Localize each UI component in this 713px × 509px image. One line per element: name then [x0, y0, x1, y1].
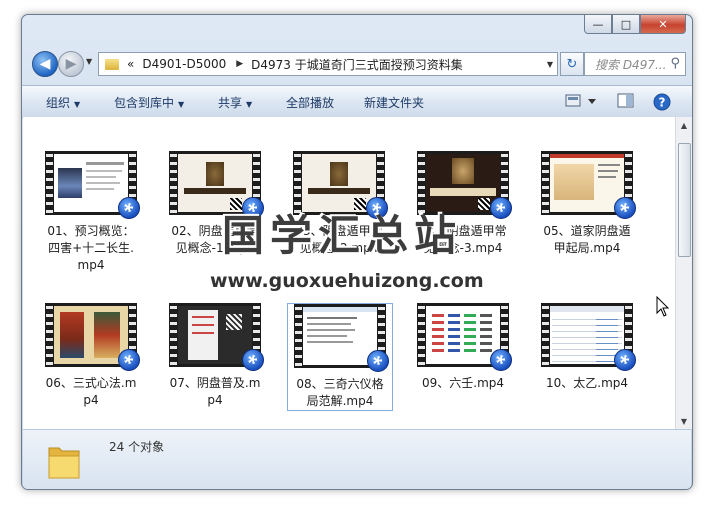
breadcrumb-root-marker[interactable]: « [127, 57, 134, 71]
scrollbar-thumb[interactable] [678, 143, 691, 257]
chevron-down-icon: ▼ [178, 100, 185, 109]
refresh-button[interactable]: ↻ [560, 52, 584, 76]
media-player-badge-icon [490, 197, 512, 219]
watermark-url: www.guoxuehuizong.com [210, 270, 484, 292]
search-input[interactable]: 搜索 D497... [595, 56, 666, 73]
address-dropdown-icon[interactable]: ▼ [547, 60, 553, 69]
minimize-button[interactable]: — [584, 15, 612, 34]
video-thumbnail [45, 303, 140, 371]
video-thumbnail [541, 151, 636, 219]
media-player-badge-icon [118, 349, 140, 371]
forward-arrow-icon: ▶ [65, 56, 77, 72]
file-name: 08、三奇六仪格局范解.mp4 [296, 377, 384, 408]
preview-pane-button[interactable] [616, 92, 636, 113]
include-library-menu[interactable]: 包含到库中 ▼ [114, 94, 184, 111]
maximize-button[interactable]: □ [612, 15, 640, 34]
preview-pane-icon [617, 93, 634, 108]
object-count: 24 个对象 [109, 440, 165, 454]
media-player-badge-icon [118, 197, 140, 219]
media-player-badge-icon [242, 349, 264, 371]
organize-menu[interactable]: 组织 ▼ [46, 94, 80, 111]
back-button[interactable]: ◀ [32, 51, 58, 77]
window-controls: — □ ✕ [584, 15, 686, 34]
file-name: 09、六壬.mp4 [421, 376, 505, 390]
video-thumbnail [294, 304, 389, 372]
scroll-up-icon[interactable]: ▲ [676, 117, 692, 133]
forward-button[interactable]: ▶ [58, 51, 84, 77]
breadcrumb-item[interactable]: D4973 于城道奇门三式面授预习资料集 [251, 56, 463, 73]
change-view-button[interactable] [564, 92, 598, 113]
file-item-06[interactable]: 06、三式心法.mp4 [39, 303, 143, 409]
close-button[interactable]: ✕ [640, 15, 686, 34]
vertical-scrollbar[interactable]: ▲ ▼ [675, 117, 692, 429]
address-bar[interactable]: « D4901-D5000 ▶ D4973 于城道奇门三式面授预习资料集 ▼ [98, 52, 558, 76]
media-player-badge-icon [614, 197, 636, 219]
file-name: 05、道家阴盘遁甲起局.mp4 [543, 224, 631, 255]
video-thumbnail [169, 303, 264, 371]
share-label: 共享 [218, 96, 243, 110]
file-item-10[interactable]: 10、太乙.mp4 [535, 303, 639, 392]
help-icon: ? [653, 93, 671, 111]
file-name: 10、太乙.mp4 [545, 376, 629, 390]
include-library-label: 包含到库中 [114, 96, 175, 110]
media-player-badge-icon [614, 349, 636, 371]
watermark-title: 国学汇总站 [222, 211, 463, 260]
share-menu[interactable]: 共享 ▼ [218, 94, 252, 111]
media-player-badge-icon [490, 349, 512, 371]
file-name: 01、预习概览：四害+十二长生.mp4 [47, 224, 135, 272]
file-item-07[interactable]: 07、阴盘普及.mp4 [163, 303, 267, 409]
recent-pages-dropdown[interactable]: ▼ [86, 57, 92, 66]
command-bar: 组织 ▼ 包含到库中 ▼ 共享 ▼ 全部播放 新建文件夹 ? [22, 85, 692, 118]
breadcrumb-separator-icon[interactable]: ▶ [236, 59, 243, 69]
back-arrow-icon: ◀ [39, 56, 51, 72]
view-icon [565, 94, 596, 107]
organize-label: 组织 [46, 96, 71, 110]
file-item-05[interactable]: 05、道家阴盘遁甲起局.mp4 [535, 151, 639, 257]
file-item-09[interactable]: 09、六壬.mp4 [411, 303, 515, 392]
search-icon[interactable]: ⚲ [670, 56, 680, 71]
scroll-down-icon[interactable]: ▼ [676, 413, 692, 429]
video-thumbnail [541, 303, 636, 371]
search-box[interactable]: 搜索 D497... ⚲ [584, 52, 686, 76]
file-name: 06、三式心法.mp4 [45, 376, 137, 407]
file-item-01[interactable]: 01、预习概览：四害+十二长生.mp4 [39, 151, 143, 274]
breadcrumb-item[interactable]: D4901-D5000 [142, 57, 226, 71]
video-thumbnail [45, 151, 140, 219]
new-folder-button[interactable]: 新建文件夹 [364, 94, 424, 111]
chevron-down-icon: ▼ [74, 100, 81, 109]
video-thumbnail [417, 303, 512, 371]
svg-text:?: ? [659, 96, 666, 110]
mouse-cursor-icon [656, 296, 670, 317]
refresh-icon: ↻ [566, 56, 578, 72]
play-all-button[interactable]: 全部播放 [286, 94, 334, 111]
folder-icon [48, 447, 80, 479]
folder-icon [105, 58, 119, 70]
details-pane: 24 个对象 [23, 429, 691, 489]
file-name: 07、阴盘普及.mp4 [169, 376, 261, 407]
chevron-down-icon: ▼ [246, 100, 253, 109]
navigation-bar: ◀ ▶ ▼ « D4901-D5000 ▶ D4973 于城道奇门三式面授预习资… [28, 49, 686, 77]
file-item-08[interactable]: 08、三奇六仪格局范解.mp4 [287, 303, 393, 411]
help-button[interactable]: ? [652, 92, 672, 115]
media-player-badge-icon [367, 350, 389, 372]
